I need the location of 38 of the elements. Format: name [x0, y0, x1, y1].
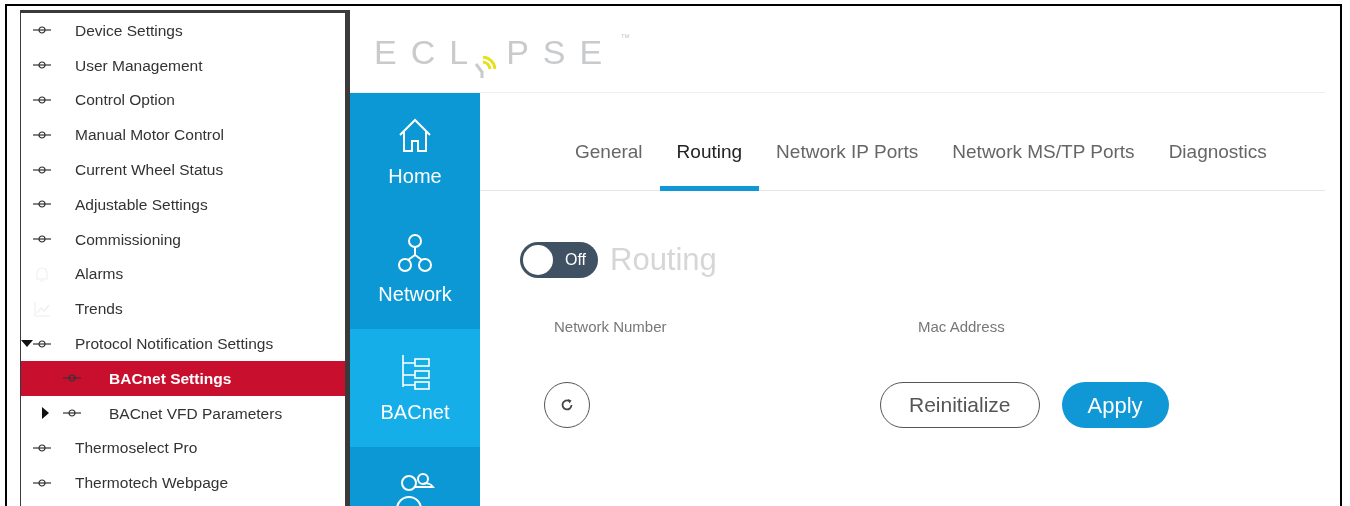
field-label: Network Number	[554, 316, 668, 337]
tree-item[interactable]: Protocol Notification Settings	[21, 326, 345, 361]
tree-item[interactable]: Manual Motor Control	[21, 117, 345, 153]
link-icon	[33, 200, 51, 209]
tree-item[interactable]: Alarms	[21, 256, 345, 292]
tree-item[interactable]: Adjustable Settings	[21, 187, 345, 222]
tree-item[interactable]: Thermoselect Pro	[21, 430, 345, 466]
link-icon	[33, 61, 51, 70]
tree-item[interactable]: User Management	[21, 47, 345, 83]
tree-item[interactable]: BACnet VFD Parameters	[21, 395, 345, 431]
link-icon	[33, 443, 51, 452]
link-icon	[33, 339, 51, 348]
signal-icon	[474, 56, 497, 78]
tree-item[interactable]: Thermotech Webpage	[21, 465, 345, 501]
tree-item[interactable]: Current Wheel Status	[21, 152, 345, 187]
network-icon	[395, 233, 435, 273]
link-icon	[63, 409, 81, 418]
tab[interactable]: Network IP Ports	[759, 137, 936, 191]
tab[interactable]: Routing	[659, 137, 760, 191]
tree-item[interactable]: Trends	[21, 291, 345, 327]
link-icon	[33, 130, 51, 139]
link-icon	[33, 235, 51, 244]
tree-item[interactable]: Control Option	[21, 82, 345, 118]
toggle-switch[interactable]: Off	[520, 242, 598, 279]
trademark: ™	[620, 31, 631, 45]
refresh-icon	[560, 398, 574, 412]
link-icon	[33, 165, 51, 174]
tree-item[interactable]: Device Settings	[21, 13, 345, 48]
link-icon	[33, 478, 51, 487]
tab[interactable]: Network MS/TP Ports	[935, 137, 1152, 191]
tab[interactable]: Diagnostics	[1151, 137, 1284, 191]
tree-item[interactable]: Commissioning	[21, 221, 345, 257]
link-icon	[33, 26, 51, 35]
link-icon	[33, 96, 51, 104]
field-label: Mac Address	[918, 316, 1005, 337]
tree-item[interactable]: BACnet Settings	[21, 360, 345, 396]
link-icon	[63, 374, 81, 383]
tab[interactable]: General	[558, 137, 660, 191]
